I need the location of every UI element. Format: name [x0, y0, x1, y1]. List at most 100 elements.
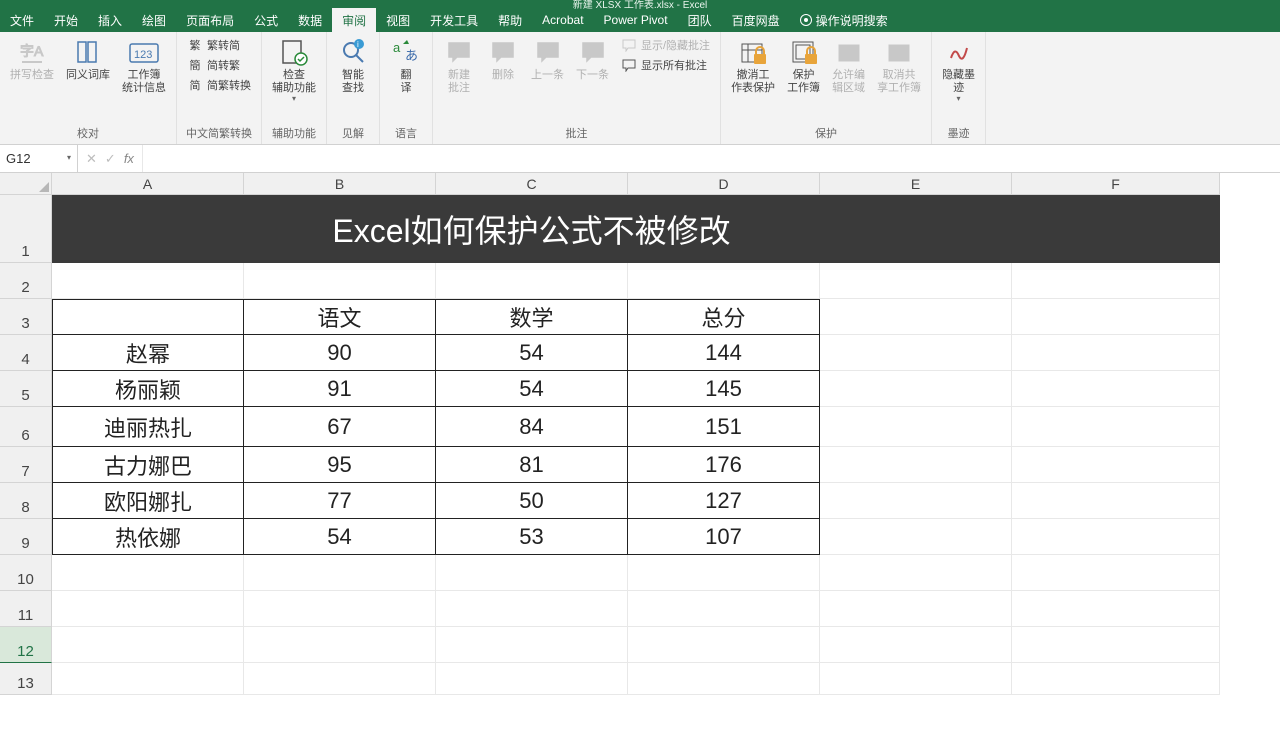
col-header-A[interactable]: A — [52, 173, 244, 195]
trad-to-simp-button[interactable]: 簡简转繁 — [183, 56, 255, 74]
cell[interactable] — [628, 591, 820, 627]
cell[interactable]: 144 — [628, 335, 820, 371]
row-header-8[interactable]: 8 — [0, 483, 52, 519]
spreadsheet[interactable]: ABCDEF 1Excel如何保护公式不被修改23语文数学总分4赵幂905414… — [0, 173, 1280, 695]
cell[interactable] — [436, 263, 628, 299]
col-header-F[interactable]: F — [1012, 173, 1220, 195]
smart-lookup-button[interactable]: i 智能 查找 — [333, 34, 373, 97]
tab-审阅[interactable]: 审阅 — [332, 8, 376, 32]
cell[interactable] — [52, 663, 244, 695]
cell[interactable]: 语文 — [244, 299, 436, 335]
cell[interactable] — [1012, 555, 1220, 591]
cell[interactable] — [436, 555, 628, 591]
tab-百度网盘[interactable]: 百度网盘 — [722, 8, 790, 32]
cell[interactable]: 50 — [436, 483, 628, 519]
cell[interactable] — [1012, 591, 1220, 627]
cell[interactable]: 欧阳娜扎 — [52, 483, 244, 519]
row-header-7[interactable]: 7 — [0, 447, 52, 483]
cell[interactable] — [436, 627, 628, 663]
cell[interactable] — [628, 263, 820, 299]
tab-绘图[interactable]: 绘图 — [132, 8, 176, 32]
select-all-corner[interactable] — [0, 173, 52, 195]
cell[interactable]: 84 — [436, 407, 628, 447]
row-header-6[interactable]: 6 — [0, 407, 52, 447]
cell[interactable] — [628, 663, 820, 695]
chevron-down-icon[interactable]: ▾ — [67, 153, 71, 162]
cell[interactable]: 151 — [628, 407, 820, 447]
cell[interactable] — [1012, 483, 1220, 519]
tab-文件[interactable]: 文件 — [0, 8, 44, 32]
cell[interactable]: 107 — [628, 519, 820, 555]
cell[interactable] — [1012, 447, 1220, 483]
cell[interactable]: 145 — [628, 371, 820, 407]
cell[interactable] — [1012, 519, 1220, 555]
cell[interactable]: 81 — [436, 447, 628, 483]
row-header-10[interactable]: 10 — [0, 555, 52, 591]
cell[interactable]: 67 — [244, 407, 436, 447]
cell[interactable] — [1012, 195, 1220, 263]
tab-页面布局[interactable]: 页面布局 — [176, 8, 244, 32]
cancel-icon[interactable]: ✕ — [86, 151, 97, 167]
cell[interactable]: 54 — [436, 371, 628, 407]
cell[interactable] — [244, 263, 436, 299]
cell[interactable] — [1012, 335, 1220, 371]
check-accessibility-button[interactable]: 检查 辅助功能 ▾ — [268, 34, 320, 105]
cell[interactable] — [820, 447, 1012, 483]
cell[interactable] — [244, 591, 436, 627]
cell[interactable]: 91 — [244, 371, 436, 407]
spellcheck-button[interactable]: 字A 拼写检查 — [6, 34, 58, 97]
cell[interactable] — [1012, 407, 1220, 447]
tab-Power Pivot[interactable]: Power Pivot — [594, 8, 678, 32]
show-all-comments-button[interactable]: 显示所有批注 — [617, 56, 714, 74]
thesaurus-button[interactable]: 同义词库 — [62, 34, 114, 97]
cell[interactable] — [628, 555, 820, 591]
simp-to-trad-button[interactable]: 繁繁转简 — [183, 36, 255, 54]
tab-视图[interactable]: 视图 — [376, 8, 420, 32]
tab-公式[interactable]: 公式 — [244, 8, 288, 32]
col-header-D[interactable]: D — [628, 173, 820, 195]
new-comment-button[interactable]: 新建 批注 — [439, 34, 479, 97]
cell[interactable]: 杨丽颖 — [52, 371, 244, 407]
cell[interactable] — [244, 555, 436, 591]
cell[interactable] — [628, 627, 820, 663]
cell[interactable]: 53 — [436, 519, 628, 555]
row-header-11[interactable]: 11 — [0, 591, 52, 627]
cell[interactable] — [820, 519, 1012, 555]
next-comment-button[interactable]: 下一条 — [572, 34, 613, 97]
tab-Acrobat[interactable]: Acrobat — [532, 8, 593, 32]
cell[interactable] — [436, 663, 628, 695]
enter-icon[interactable]: ✓ — [105, 151, 116, 167]
tab-团队[interactable]: 团队 — [678, 8, 722, 32]
cell[interactable] — [820, 627, 1012, 663]
tab-开始[interactable]: 开始 — [44, 8, 88, 32]
cell[interactable] — [820, 591, 1012, 627]
cell[interactable] — [436, 591, 628, 627]
cell[interactable] — [820, 407, 1012, 447]
delete-comment-button[interactable]: 删除 — [483, 34, 523, 97]
cell[interactable]: 127 — [628, 483, 820, 519]
row-header-9[interactable]: 9 — [0, 519, 52, 555]
cell[interactable] — [52, 555, 244, 591]
col-header-E[interactable]: E — [820, 173, 1012, 195]
cell[interactable] — [820, 299, 1012, 335]
prev-comment-button[interactable]: 上一条 — [527, 34, 568, 97]
cell[interactable]: 54 — [244, 519, 436, 555]
cell[interactable] — [820, 483, 1012, 519]
cell[interactable] — [1012, 663, 1220, 695]
cell[interactable] — [244, 627, 436, 663]
cell[interactable]: 95 — [244, 447, 436, 483]
cell[interactable]: 54 — [436, 335, 628, 371]
cell[interactable]: 总分 — [628, 299, 820, 335]
title-cell[interactable]: Excel如何保护公式不被修改 — [52, 195, 1012, 263]
tab-插入[interactable]: 插入 — [88, 8, 132, 32]
cell[interactable] — [1012, 299, 1220, 335]
cell[interactable]: 90 — [244, 335, 436, 371]
cell[interactable] — [820, 371, 1012, 407]
cell[interactable]: 古力娜巴 — [52, 447, 244, 483]
workbook-stats-button[interactable]: 123 工作簿 统计信息 — [118, 34, 170, 97]
row-header-2[interactable]: 2 — [0, 263, 52, 299]
row-header-12[interactable]: 12 — [0, 627, 52, 663]
unprotect-sheet-button[interactable]: 撤消工 作表保护 — [727, 34, 779, 97]
cell[interactable]: 77 — [244, 483, 436, 519]
cjk-convert-button[interactable]: 简简繁转换 — [183, 76, 255, 94]
